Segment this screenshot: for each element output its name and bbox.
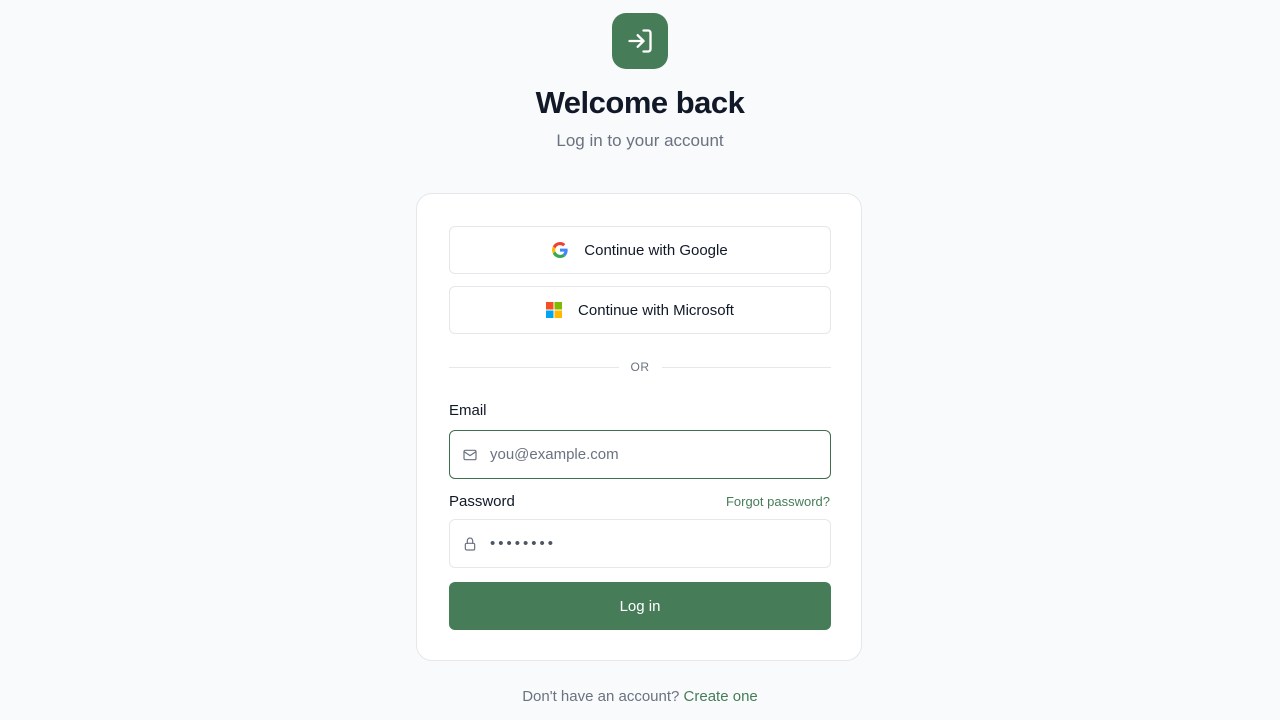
lock-icon: [450, 536, 490, 552]
create-account-link[interactable]: Create one: [684, 688, 758, 705]
divider-line-right: [661, 366, 831, 368]
email-label: Email: [449, 402, 487, 419]
login-logo-badge: [612, 13, 668, 69]
mail-icon: [450, 447, 490, 463]
password-label: Password: [449, 493, 515, 510]
divider-text: OR: [630, 360, 650, 374]
divider-line-left: [449, 366, 619, 368]
signup-prompt-text: Don't have an account?: [522, 688, 680, 705]
login-card: Continue with Google Continue with Micro…: [416, 193, 862, 661]
google-icon: [552, 242, 568, 258]
login-arrow-icon: [628, 29, 652, 53]
email-field-wrapper: [449, 430, 831, 479]
or-divider: OR: [449, 357, 831, 377]
signup-prompt: Don't have an account? Create one: [0, 687, 1280, 707]
continue-with-microsoft-label: Continue with Microsoft: [578, 301, 734, 319]
password-input[interactable]: [490, 520, 830, 567]
login-page: Welcome back Log in to your account Cont…: [0, 0, 1280, 720]
password-field-wrapper: [449, 519, 831, 568]
page-title: Welcome back: [535, 85, 745, 120]
page-subtitle: Log in to your account: [556, 131, 724, 150]
forgot-password-link[interactable]: Forgot password?: [726, 494, 830, 510]
continue-with-google-label: Continue with Google: [584, 241, 728, 259]
microsoft-icon: [546, 302, 563, 318]
email-input[interactable]: [490, 431, 830, 478]
log-in-button[interactable]: Log in: [449, 582, 831, 630]
continue-with-google-button[interactable]: Continue with Google: [449, 226, 831, 274]
continue-with-microsoft-button[interactable]: Continue with Microsoft: [449, 286, 831, 334]
